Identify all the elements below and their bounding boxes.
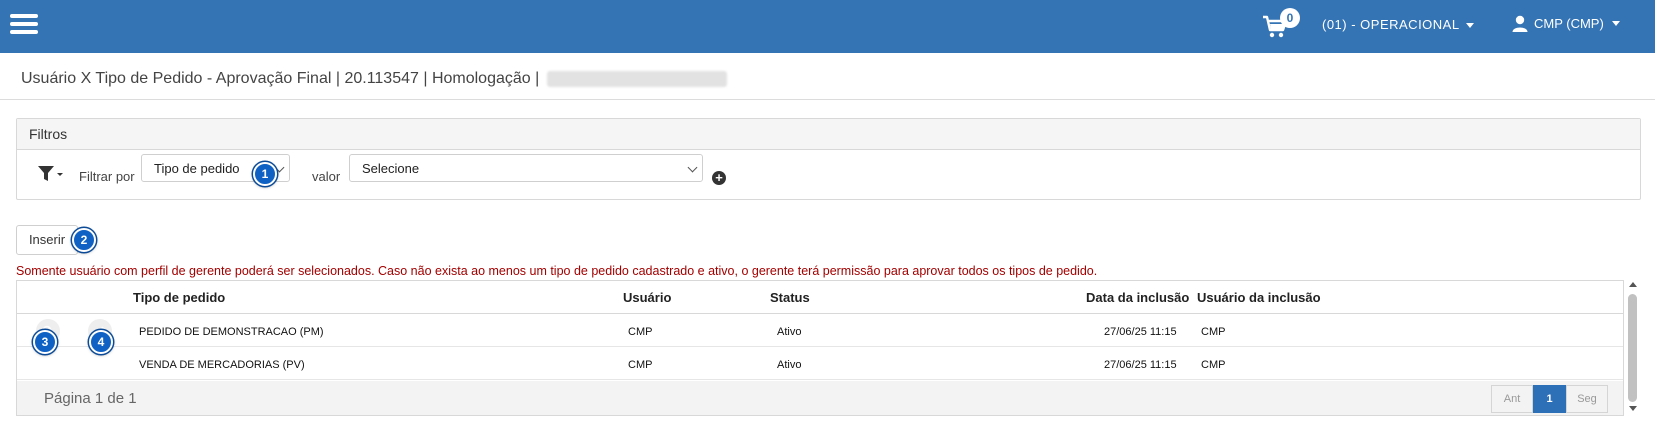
company-selector[interactable]: (01) - OPERACIONAL (1322, 17, 1474, 32)
cell-data: 27/06/25 11:15 (1104, 359, 1177, 371)
step-marker-3: 3 (33, 330, 57, 354)
user-label: CMP (CMP) (1534, 16, 1604, 31)
prev-page-button[interactable]: Ant (1491, 385, 1533, 413)
table-row: PEDIDO DE DEMONSTRACAO (PM) CMP Ativo 27… (17, 314, 1623, 347)
add-filter-icon[interactable]: + (712, 171, 726, 185)
step-marker-2: 2 (72, 228, 96, 252)
page-title: Usuário X Tipo de Pedido - Aprovação Fin… (21, 70, 728, 88)
top-navbar: 0 (01) - OPERACIONAL CMP (CMP) (0, 0, 1655, 53)
value-label: valor (312, 169, 341, 184)
column-header-data[interactable]: Data da inclusão (1086, 290, 1189, 305)
chevron-down-icon (1611, 21, 1620, 26)
cell-tipo: VENDA DE MERCADORIAS (PV) (139, 359, 305, 371)
page-1-button[interactable]: 1 (1533, 385, 1566, 413)
cell-usuario-inclusao: CMP (1201, 326, 1226, 338)
page-info: Página 1 de 1 (44, 390, 137, 407)
filters-panel: Filtros Filtrar por Tipo de pedido valor… (16, 118, 1641, 200)
next-page-button[interactable]: Seg (1566, 385, 1608, 413)
menu-icon[interactable] (10, 12, 38, 36)
scroll-down-icon[interactable] (1629, 406, 1637, 411)
manager-warning-text: Somente usuário com perfil de gerente po… (16, 264, 1098, 278)
filters-title: Filtros (17, 119, 1640, 150)
cell-tipo: PEDIDO DE DEMONSTRACAO (PM) (139, 326, 324, 338)
divider (0, 99, 1655, 100)
cell-status: Ativo (777, 326, 802, 338)
scroll-up-icon[interactable] (1629, 282, 1637, 287)
cell-status: Ativo (777, 359, 802, 371)
filter-icon (38, 166, 63, 181)
table-footer: Página 1 de 1 Ant 1 Seg (17, 381, 1623, 415)
filter-by-label: Filtrar por (79, 169, 135, 184)
column-header-usuario[interactable]: Usuário (623, 290, 671, 305)
redacted-name (547, 71, 728, 87)
column-header-tipo[interactable]: Tipo de pedido (133, 290, 225, 305)
user-icon (1512, 15, 1528, 32)
chevron-down-icon (687, 162, 698, 173)
cell-data: 27/06/25 11:15 (1104, 326, 1177, 338)
cell-usuario: CMP (628, 326, 653, 338)
page-title-text: Usuário X Tipo de Pedido - Aprovação Fin… (21, 70, 540, 87)
filter-value-select[interactable]: Selecione (349, 154, 703, 182)
cell-usuario: CMP (628, 359, 653, 371)
pagination: Ant 1 Seg (1491, 385, 1608, 413)
scrollbar-thumb[interactable] (1628, 294, 1637, 402)
cell-usuario-inclusao: CMP (1201, 359, 1226, 371)
insert-button[interactable]: Inserir (16, 225, 78, 255)
cart-count-badge: 0 (1280, 8, 1300, 28)
filter-field-value: Tipo de pedido (154, 161, 240, 176)
orders-table: Tipo de pedido Usuário Status Data da in… (16, 280, 1624, 416)
step-marker-4: 4 (89, 330, 113, 354)
table-header: Tipo de pedido Usuário Status Data da in… (17, 281, 1623, 314)
filter-menu-button[interactable] (37, 165, 63, 188)
column-header-status[interactable]: Status (770, 290, 810, 305)
filter-value-placeholder: Selecione (362, 161, 420, 176)
company-label: (01) - OPERACIONAL (1322, 17, 1460, 32)
step-marker-1: 1 (253, 162, 277, 186)
user-menu[interactable]: CMP (CMP) (1512, 15, 1620, 32)
chevron-down-icon (1465, 23, 1474, 29)
column-header-usuario-inclusao[interactable]: Usuário da inclusão (1197, 290, 1321, 305)
table-scrollbar[interactable] (1626, 280, 1640, 416)
table-row: VENDA DE MERCADORIAS (PV) CMP Ativo 27/0… (17, 347, 1623, 380)
